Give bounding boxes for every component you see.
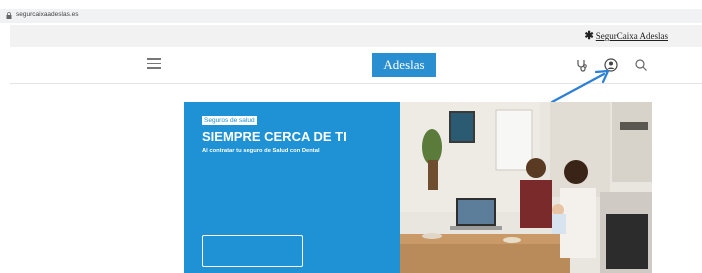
menu-icon[interactable]: [147, 58, 161, 70]
hero-title: SIEMPRE CERCA DE TI: [202, 129, 347, 144]
family-photo: [400, 102, 652, 273]
corporate-strip: ✱ SegurCaixa Adeslas: [10, 25, 702, 47]
hero-text-panel: Seguros de salud SIEMPRE CERCA DE TI Al …: [184, 102, 400, 273]
hero-cta-button[interactable]: [202, 235, 303, 267]
segurcaixa-brand-link[interactable]: ✱ SegurCaixa Adeslas: [584, 29, 668, 42]
brand-star-icon: ✱: [584, 29, 594, 42]
annotation-arrow: [550, 69, 610, 104]
page: segurcaixaadeslas.es ✱ SegurCaixa Adesla…: [0, 0, 702, 273]
hero-subtitle: Al contratar tu seguro de Salud con Dent…: [202, 148, 320, 154]
hero-banner[interactable]: Seguros de salud SIEMPRE CERCA DE TI Al …: [184, 102, 652, 273]
lock-icon: [6, 12, 12, 19]
search-icon[interactable]: [634, 58, 648, 72]
hero-tag: Seguros de salud: [202, 116, 257, 125]
brand-label: SegurCaixa Adeslas: [595, 31, 668, 41]
url-text: segurcaixaadeslas.es: [16, 11, 79, 18]
address-bar[interactable]: segurcaixaadeslas.es: [0, 9, 702, 23]
adeslas-logo[interactable]: Adeslas: [372, 53, 436, 77]
